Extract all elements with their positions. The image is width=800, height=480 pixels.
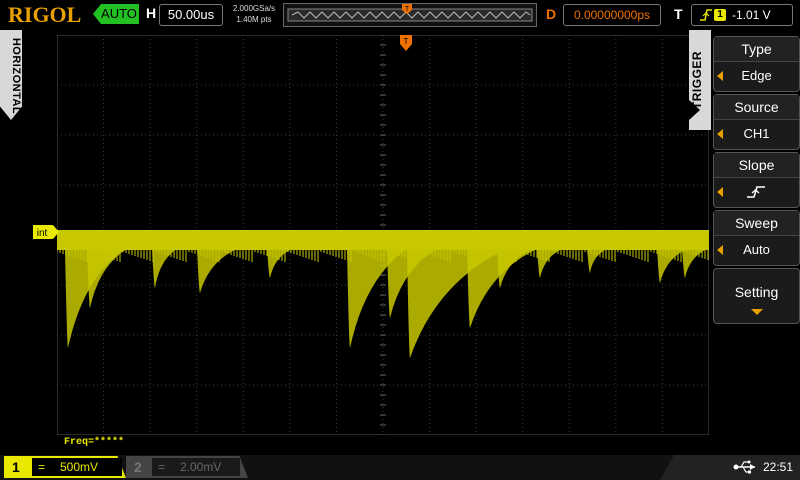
horizontal-tab-label: HORIZONTAL bbox=[10, 37, 22, 115]
trigger-source-badge: 1 bbox=[714, 9, 726, 21]
waveform-display[interactable] bbox=[57, 35, 709, 435]
channel-2-coupling: = bbox=[158, 460, 166, 474]
acquisition-info: 2.000GSa/s 1.40M pts bbox=[226, 3, 282, 25]
menu-slope-title: Slope bbox=[714, 153, 799, 178]
clock: 22:51 bbox=[763, 460, 794, 474]
left-arrow-icon bbox=[717, 129, 723, 139]
trigger-level: -1.01 V bbox=[732, 8, 771, 22]
left-arrow-icon bbox=[717, 71, 723, 81]
rising-edge-icon bbox=[700, 9, 712, 21]
chevron-down-icon bbox=[751, 309, 763, 315]
svg-text:T: T bbox=[405, 6, 410, 13]
delay-label: D bbox=[546, 6, 557, 22]
menu-type-title: Type bbox=[714, 37, 799, 62]
trigger-summary[interactable]: 1 -1.01 V bbox=[691, 4, 793, 26]
menu-slope[interactable]: Slope bbox=[713, 152, 800, 208]
trigger-label: T bbox=[674, 6, 683, 22]
channel-1-coupling: = bbox=[38, 460, 46, 474]
menu-sweep-value: Auto bbox=[743, 242, 770, 257]
menu-type[interactable]: Type Edge bbox=[713, 36, 800, 92]
trigger-position-label: T bbox=[404, 37, 409, 46]
trigger-position-marker[interactable]: T bbox=[400, 35, 412, 51]
left-arrow-icon bbox=[717, 245, 723, 255]
sample-rate: 2.000GSa/s bbox=[232, 4, 276, 13]
channel-marker[interactable]: int bbox=[33, 225, 59, 239]
rising-edge-icon bbox=[747, 186, 765, 198]
menu-source[interactable]: Source CH1 bbox=[713, 94, 800, 150]
menu-source-title: Source bbox=[714, 95, 799, 120]
frequency-readout: Freq=***** bbox=[64, 437, 125, 448]
menu-setting[interactable]: Setting bbox=[713, 268, 800, 324]
menu-type-value: Edge bbox=[741, 68, 772, 83]
run-state-badge[interactable]: AUTO bbox=[93, 4, 139, 24]
channel-2-number: 2 bbox=[134, 459, 142, 475]
usb-icon bbox=[733, 460, 755, 474]
run-state-label: AUTO bbox=[101, 6, 137, 21]
menu-source-value: CH1 bbox=[743, 126, 770, 141]
timebase-readout[interactable]: 50.00us bbox=[159, 4, 223, 26]
brand-logo: RIGOL bbox=[8, 2, 82, 27]
trigger-tab-label: TRIGGER bbox=[690, 50, 704, 110]
menu-sweep-title: Sweep bbox=[714, 211, 799, 236]
waveform-band bbox=[57, 230, 709, 250]
channel-2-scale: 2.00mV bbox=[180, 460, 222, 474]
channel-marker-label: int bbox=[37, 228, 48, 239]
memory-overview-graphic: T bbox=[287, 4, 533, 22]
trigger-delay-readout[interactable]: 0.00000000ps bbox=[563, 4, 661, 26]
horizontal-label: H bbox=[146, 5, 157, 21]
left-arrow-icon bbox=[717, 187, 723, 197]
channel-1-number: 1 bbox=[12, 459, 20, 475]
memory-depth: 1.40M pts bbox=[236, 15, 272, 24]
menu-sweep[interactable]: Sweep Auto bbox=[713, 210, 800, 266]
channel-1-scale: 500mV bbox=[60, 460, 99, 474]
memory-overview-strip: T bbox=[283, 3, 537, 27]
